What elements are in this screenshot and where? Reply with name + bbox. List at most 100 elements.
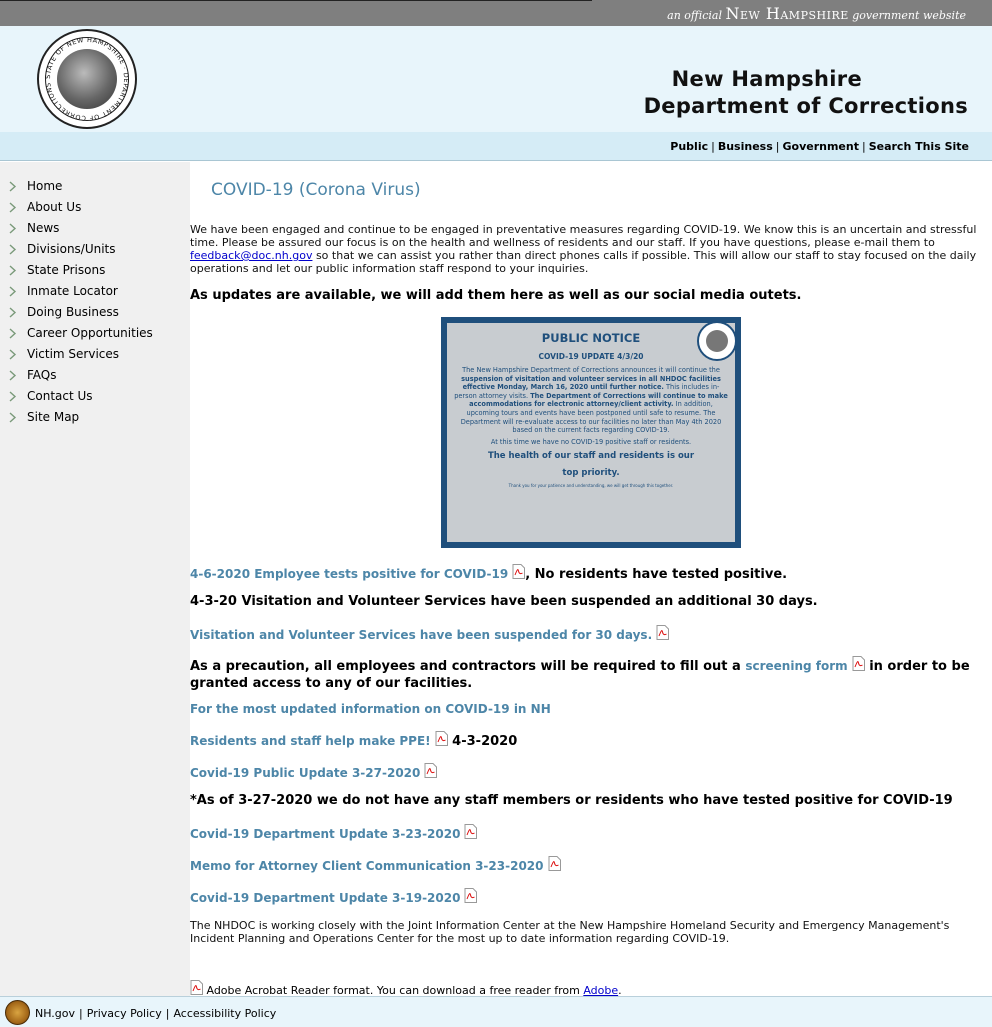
sidebar-link[interactable]: Home bbox=[27, 179, 62, 193]
arrow-bullet-icon bbox=[9, 370, 17, 381]
covid-nh-info-link[interactable]: For the most updated information on COVI… bbox=[190, 702, 551, 716]
screening-notice: As a precaution, all employees and contr… bbox=[190, 656, 985, 692]
acrobat-note: Adobe Acrobat Reader format. You can dow… bbox=[190, 980, 622, 997]
arrow-bullet-icon bbox=[9, 286, 17, 297]
nav-public[interactable]: Public bbox=[670, 140, 708, 153]
department-update-3-23-link[interactable]: Covid-19 Department Update 3-23-2020 bbox=[190, 827, 460, 841]
pdf-icon[interactable] bbox=[548, 856, 561, 871]
intro-text: We have been engaged and continue to be … bbox=[190, 223, 977, 249]
official-state: New Hampshire bbox=[725, 4, 849, 23]
seal-text-ring: STATE OF NEW HAMPSHIRE · DEPARTMENT OF C… bbox=[44, 36, 130, 122]
sidebar-link[interactable]: Doing Business bbox=[27, 305, 119, 319]
notice-thanks: Thank you for your patience and understa… bbox=[508, 482, 674, 488]
official-website-text: an official New Hampshire government web… bbox=[667, 4, 966, 23]
title-line-1: New Hampshire bbox=[671, 67, 862, 91]
ppe-link[interactable]: Residents and staff help make PPE! bbox=[190, 734, 431, 748]
sidebar-item-home[interactable]: Home bbox=[0, 179, 190, 200]
sidebar-item-faqs[interactable]: FAQs bbox=[0, 368, 190, 389]
pdf-icon[interactable] bbox=[464, 888, 478, 903]
notice-seal-emblem bbox=[706, 330, 728, 352]
feedback-email-link[interactable]: feedback@doc.nh.gov bbox=[190, 249, 312, 262]
sidebar-link[interactable]: FAQs bbox=[27, 368, 57, 382]
sidebar-item-doing-business[interactable]: Doing Business bbox=[0, 305, 190, 326]
nav-separator: | bbox=[861, 140, 866, 153]
arrow-bullet-icon bbox=[9, 412, 17, 423]
page-title: COVID-19 (Corona Virus) bbox=[211, 180, 421, 200]
visitation-suspended-link[interactable]: Visitation and Volunteer Services have b… bbox=[190, 628, 652, 642]
sidebar-item-about-us[interactable]: About Us bbox=[0, 200, 190, 221]
screening-form-link[interactable]: screening form bbox=[745, 659, 847, 673]
sidebar-link[interactable]: Site Map bbox=[27, 410, 79, 424]
update-item: Covid-19 Public Update 3-27-2020 bbox=[190, 763, 438, 780]
pdf-icon[interactable] bbox=[424, 763, 438, 778]
official-prefix: an official bbox=[667, 9, 722, 22]
notice-seal-icon bbox=[697, 321, 737, 361]
intro-paragraph: We have been engaged and continue to be … bbox=[190, 223, 985, 275]
pdf-icon[interactable] bbox=[656, 625, 670, 640]
main-content: COVID-19 (Corona Virus) We have been eng… bbox=[190, 162, 992, 997]
arrow-bullet-icon bbox=[9, 181, 17, 192]
arrow-bullet-icon bbox=[9, 223, 17, 234]
sidebar-link[interactable]: About Us bbox=[27, 200, 81, 214]
sidebar-item-victim-services[interactable]: Victim Services bbox=[0, 347, 190, 368]
sidebar-item-divisions-units[interactable]: Divisions/Units bbox=[0, 242, 190, 263]
sidebar-link[interactable]: Victim Services bbox=[27, 347, 119, 361]
sidebar-link[interactable]: State Prisons bbox=[27, 263, 105, 277]
public-update-3-27-link[interactable]: Covid-19 Public Update 3-27-2020 bbox=[190, 766, 420, 780]
arrow-bullet-icon bbox=[9, 391, 17, 402]
sidebar-item-news[interactable]: News bbox=[0, 221, 190, 242]
sidebar-link[interactable]: Career Opportunities bbox=[27, 326, 153, 340]
arrow-bullet-icon bbox=[9, 307, 17, 318]
sidebar-item-state-prisons[interactable]: State Prisons bbox=[0, 263, 190, 284]
footer-separator: | bbox=[79, 1007, 83, 1020]
sidebar: Home About Us News Divisions/Units State… bbox=[0, 162, 190, 996]
update-item: Covid-19 Department Update 3-23-2020 bbox=[190, 824, 478, 841]
no-residents-positive-text: , No residents have tested positive. bbox=[525, 567, 788, 582]
sidebar-item-inmate-locator[interactable]: Inmate Locator bbox=[0, 284, 190, 305]
sidebar-link[interactable]: Contact Us bbox=[27, 389, 93, 403]
sidebar-link[interactable]: Divisions/Units bbox=[27, 242, 116, 256]
closing-paragraph: The NHDOC is working closely with the Jo… bbox=[190, 919, 950, 945]
notice-text: The New Hampshire Department of Correcti… bbox=[462, 366, 720, 374]
screening-text: in order to be bbox=[864, 659, 970, 674]
svg-text:STATE OF NEW HAMPSHIRE · DEPAR: STATE OF NEW HAMPSHIRE · DEPARTMENT OF C… bbox=[44, 36, 130, 122]
arrow-bullet-icon bbox=[9, 328, 17, 339]
sidebar-link[interactable]: News bbox=[27, 221, 59, 235]
sidebar-item-site-map[interactable]: Site Map bbox=[0, 410, 190, 431]
notice-paper: PUBLIC NOTICE COVID-19 UPDATE 4/3/20 The… bbox=[447, 323, 735, 542]
employee-positive-link[interactable]: 4-6-2020 Employee tests positive for COV… bbox=[190, 567, 508, 581]
department-update-3-19-link[interactable]: Covid-19 Department Update 3-19-2020 bbox=[190, 891, 460, 905]
update-item: For the most updated information on COVI… bbox=[190, 702, 551, 716]
update-item: Covid-19 Department Update 3-19-2020 bbox=[190, 888, 478, 905]
nav-government[interactable]: Government bbox=[782, 140, 858, 153]
ppe-date: 4-3-2020 bbox=[447, 734, 518, 749]
nav-separator: | bbox=[775, 140, 780, 153]
attorney-memo-link[interactable]: Memo for Attorney Client Communication 3… bbox=[190, 859, 544, 873]
public-notice-image: PUBLIC NOTICE COVID-19 UPDATE 4/3/20 The… bbox=[441, 317, 741, 548]
site-footer: NH.gov | Privacy Policy | Accessibility Poli… bbox=[0, 996, 992, 1027]
footer-link-privacy-policy[interactable]: Privacy Policy bbox=[87, 1007, 162, 1020]
sidebar-item-contact-us[interactable]: Contact Us bbox=[0, 389, 190, 410]
pdf-icon[interactable] bbox=[435, 731, 448, 746]
screening-text: granted access to any of our facilities. bbox=[190, 676, 473, 691]
official-banner: an official New Hampshire government web… bbox=[0, 0, 992, 26]
arrow-bullet-icon bbox=[9, 202, 17, 213]
pdf-icon[interactable] bbox=[464, 824, 478, 839]
update-item: Residents and staff help make PPE! 4-3-2… bbox=[190, 731, 517, 749]
notice-health-line: top priority. bbox=[562, 467, 620, 478]
update-item: Visitation and Volunteer Services have b… bbox=[190, 625, 670, 642]
pdf-icon[interactable] bbox=[852, 656, 865, 671]
pdf-icon[interactable] bbox=[512, 564, 526, 579]
notice-health: The health of our staff and residents is… bbox=[447, 448, 735, 482]
nav-search-this-site[interactable]: Search This Site bbox=[869, 140, 969, 153]
visitation-extended-text: 4-3-20 Visitation and Volunteer Services… bbox=[190, 594, 818, 609]
nav-business[interactable]: Business bbox=[718, 140, 773, 153]
nh-seal-icon[interactable] bbox=[5, 1000, 30, 1025]
footer-link-accessibility-policy[interactable]: Accessibility Policy bbox=[173, 1007, 276, 1020]
sidebar-link[interactable]: Inmate Locator bbox=[27, 284, 118, 298]
nav-separator: | bbox=[711, 140, 715, 153]
notice-body: The New Hampshire Department of Correcti… bbox=[453, 366, 729, 435]
footer-link-nh-gov[interactable]: NH.gov bbox=[35, 1007, 75, 1020]
department-seal-logo[interactable]: STATE OF NEW HAMPSHIRE · DEPARTMENT OF C… bbox=[37, 29, 137, 129]
sidebar-item-career-opportunities[interactable]: Career Opportunities bbox=[0, 326, 190, 347]
